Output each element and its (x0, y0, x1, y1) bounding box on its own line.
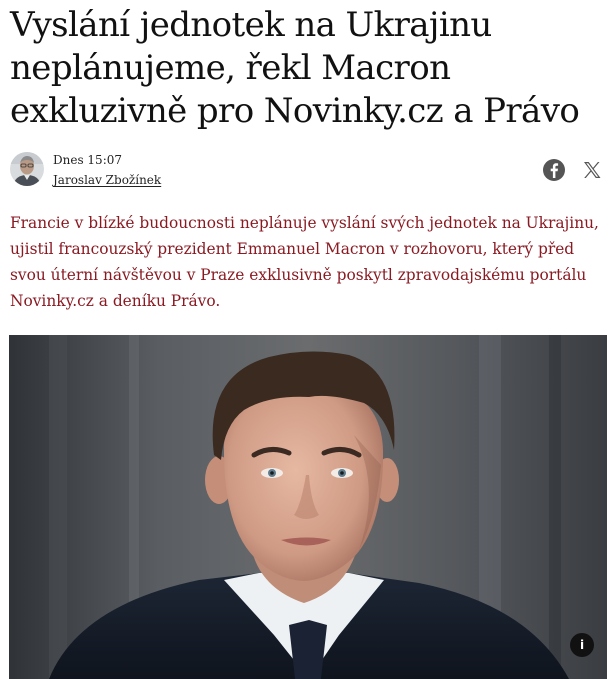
publish-date: Dnes 15:07 (53, 153, 123, 167)
article-hero-image[interactable]: i (9, 335, 607, 679)
article-perex: Francie v blízké budoucnosti neplánuje v… (10, 214, 599, 310)
author-avatar[interactable] (10, 152, 44, 186)
byline-text: Dnes 15:07 Jaroslav Zbožínek (53, 152, 161, 188)
x-share-button[interactable] (580, 158, 604, 182)
facebook-icon (543, 159, 565, 181)
facebook-share-button[interactable] (542, 158, 566, 182)
article: Vyslání jednotek na Ukrajinu neplánujeme… (0, 0, 614, 679)
image-info-button[interactable]: i (570, 633, 594, 657)
article-headline: Vyslání jednotek na Ukrajinu neplánujeme… (10, 5, 580, 131)
byline: Dnes 15:07 Jaroslav Zbožínek (10, 152, 604, 188)
x-icon (584, 162, 601, 178)
author-link[interactable]: Jaroslav Zbožínek (53, 172, 161, 188)
